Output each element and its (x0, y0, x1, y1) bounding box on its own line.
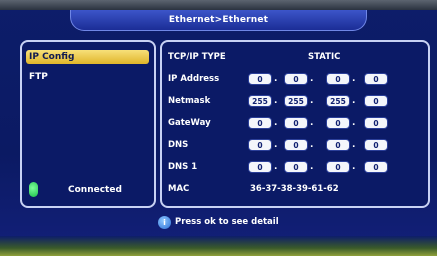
dns1-label: DNS 1 (168, 162, 198, 172)
gateway-octet-3[interactable]: 0 (326, 117, 350, 129)
dns1-octet-1[interactable]: 0 (248, 161, 272, 173)
page-title: Ethernet>Ethernet (70, 10, 367, 31)
ip-octet-1[interactable]: 0 (248, 73, 272, 85)
screen-bottom-edge (0, 236, 437, 256)
gateway-octet-4[interactable]: 0 (364, 117, 388, 129)
ip-address-label: IP Address (168, 74, 220, 84)
ip-octet-3[interactable]: 0 (326, 73, 350, 85)
ip-octet-4[interactable]: 0 (364, 73, 388, 85)
dns-octet-1[interactable]: 0 (248, 139, 272, 151)
dns-row: DNS 0 . 0 . 0 . 0 (168, 138, 422, 152)
gateway-octet-2[interactable]: 0 (284, 117, 308, 129)
ip-address-row: IP Address 0 . 0 . 0 . 0 (168, 72, 422, 86)
footer-hint: i Press ok to see detail (158, 214, 279, 230)
netmask-label: Netmask (168, 96, 211, 106)
screen-bezel (0, 0, 437, 10)
tcpip-type-value[interactable]: STATIC (308, 50, 340, 64)
menu-item-ftp[interactable]: FTP (26, 70, 149, 84)
netmask-row: Netmask 255 . 255 . 255 . 0 (168, 94, 422, 108)
config-panel: TCP/IP TYPE STATIC IP Address 0 . 0 . 0 … (160, 40, 430, 208)
mac-row: MAC 36-37-38-39-61-62 (168, 182, 422, 196)
dns-octet-2[interactable]: 0 (284, 139, 308, 151)
tcpip-type-label: TCP/IP TYPE (168, 52, 226, 62)
netmask-octet-4[interactable]: 0 (364, 95, 388, 107)
info-icon: i (158, 215, 171, 229)
dns-octet-3[interactable]: 0 (326, 139, 350, 151)
dns1-octet-2[interactable]: 0 (284, 161, 308, 173)
menu-panel: IP Config FTP Connected (20, 40, 156, 208)
connection-status-icon (29, 182, 38, 197)
dns1-row: DNS 1 0 . 0 . 0 . 0 (168, 160, 422, 174)
tcpip-type-row[interactable]: TCP/IP TYPE STATIC (168, 50, 422, 64)
ip-octet-2[interactable]: 0 (284, 73, 308, 85)
gateway-row: GateWay 0 . 0 . 0 . 0 (168, 116, 422, 130)
tv-screen: Ethernet>Ethernet IP Config FTP Connecte… (0, 0, 437, 256)
hint-text: Press ok to see detail (175, 217, 279, 227)
dns-label: DNS (168, 140, 189, 150)
gateway-octet-1[interactable]: 0 (248, 117, 272, 129)
dns1-octet-3[interactable]: 0 (326, 161, 350, 173)
netmask-octet-2[interactable]: 255 (284, 95, 308, 107)
gateway-label: GateWay (168, 118, 211, 128)
dns1-octet-4[interactable]: 0 (364, 161, 388, 173)
mac-value: 36-37-38-39-61-62 (250, 184, 339, 194)
menu-item-ip-config[interactable]: IP Config (26, 50, 149, 64)
mac-label: MAC (168, 184, 190, 194)
netmask-octet-3[interactable]: 255 (326, 95, 350, 107)
dns-octet-4[interactable]: 0 (364, 139, 388, 151)
connection-status-text: Connected (68, 185, 122, 195)
netmask-octet-1[interactable]: 255 (248, 95, 272, 107)
